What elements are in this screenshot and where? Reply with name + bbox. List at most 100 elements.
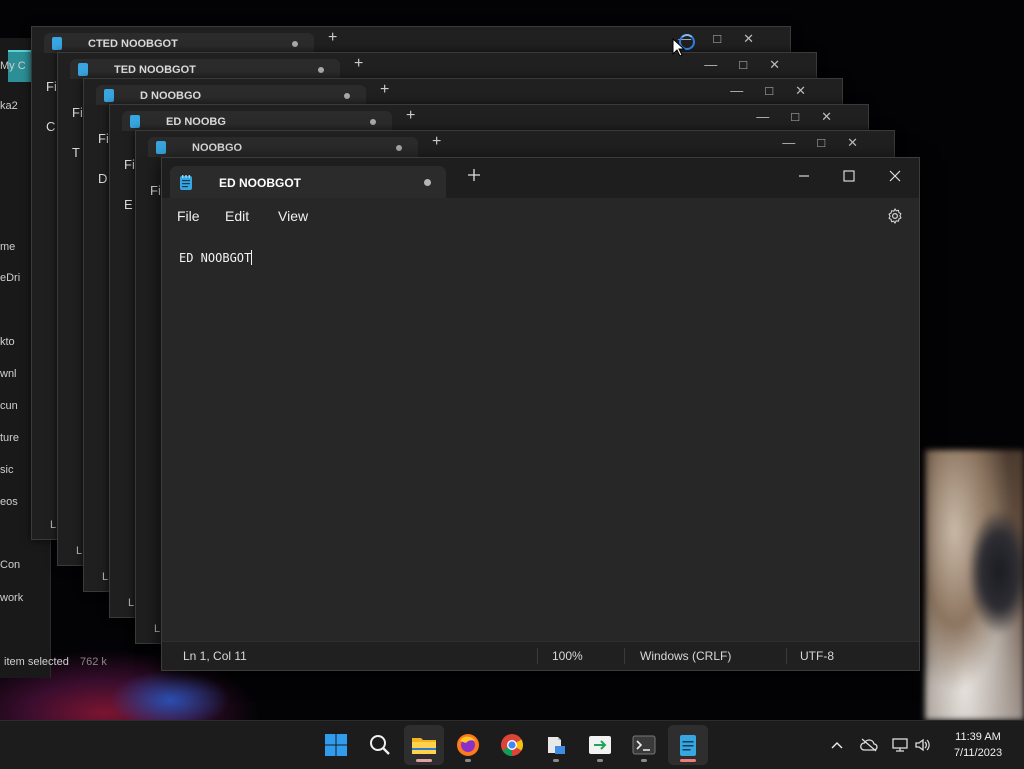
new-tab-icon[interactable]: + — [380, 81, 389, 99]
new-tab-icon[interactable]: + — [432, 133, 441, 151]
running-indicator — [465, 759, 471, 762]
stacked-titlebar[interactable]: TED NOOBGOT + —□✕ — [58, 53, 816, 79]
close-button[interactable] — [873, 163, 917, 189]
stacked-menu-file[interactable]: Fi — [72, 105, 83, 120]
stacked-menu-file[interactable]: Fi — [46, 79, 57, 94]
start-button[interactable] — [316, 725, 356, 765]
new-tab-icon[interactable]: + — [406, 107, 415, 125]
terminal-icon — [632, 735, 656, 755]
start-icon — [325, 734, 347, 756]
stacked-status: L — [102, 571, 109, 583]
unsaved-dot-icon — [344, 93, 350, 99]
stacked-tab[interactable]: CTED NOOBGOT — [44, 33, 314, 53]
taskbar-files[interactable] — [536, 725, 576, 765]
show-hidden-icons-button[interactable] — [827, 735, 847, 755]
encoding[interactable]: UTF-8 — [800, 649, 834, 663]
notepad-icon — [130, 115, 140, 128]
clock[interactable]: 11:39 AM 7/11/2023 — [940, 729, 1016, 761]
menu-view[interactable]: View — [278, 208, 308, 224]
notepad-icon — [78, 63, 88, 76]
menu-bar: File Edit View — [162, 198, 919, 234]
stacked-tab[interactable]: ED NOOBG — [122, 111, 392, 131]
explorer-nav-item[interactable]: me — [0, 241, 15, 253]
new-tab-icon[interactable]: + — [328, 29, 337, 47]
file-explorer-icon — [412, 738, 436, 754]
explorer-nav-item[interactable]: Con — [0, 559, 20, 571]
minimize-icon — [799, 175, 809, 177]
unsaved-dot-icon — [370, 119, 376, 125]
explorer-nav-item[interactable]: eDri — [0, 272, 20, 284]
explorer-nav-label: ka2 — [0, 100, 18, 112]
text-editor[interactable]: ED NOOBGOT — [162, 234, 919, 642]
explorer-nav-item[interactable]: work — [0, 592, 23, 604]
network-tray[interactable] — [890, 735, 910, 755]
clock-time: 11:39 AM — [955, 731, 1001, 743]
new-tab-icon[interactable]: + — [354, 55, 363, 73]
explorer-status-size: 762 k — [80, 656, 107, 668]
unsaved-dot-icon[interactable] — [424, 179, 431, 186]
title-bar[interactable]: ED NOOBGOT — [162, 158, 919, 198]
taskbar-file-explorer[interactable] — [404, 725, 444, 765]
clock-date: 7/11/2023 — [953, 747, 1003, 759]
editor-text[interactable]: ED NOOBGOT — [179, 250, 253, 265]
taskbar-firefox[interactable] — [448, 725, 488, 765]
settings-gear-icon[interactable] — [886, 207, 904, 225]
running-indicator — [553, 759, 559, 762]
status-divider — [786, 648, 787, 664]
stacked-titlebar[interactable]: D NOOBGO + —□✕ — [84, 79, 842, 105]
taskbar-chrome[interactable] — [492, 725, 532, 765]
unsaved-dot-icon — [396, 145, 402, 151]
stacked-titlebar[interactable]: ED NOOBG + —□✕ — [110, 105, 868, 131]
window-controls[interactable]: —□✕ — [730, 83, 828, 99]
notepad-window[interactable]: ED NOOBGOT File Edit View ED NOOBGOT Ln … — [161, 157, 920, 671]
stacked-status: L — [128, 597, 135, 609]
explorer-nav-item[interactable]: ture — [0, 432, 19, 444]
maximize-icon — [843, 170, 855, 182]
notepad-icon — [156, 141, 166, 154]
stacked-tab[interactable]: TED NOOBGOT — [70, 59, 340, 79]
explorer-nav-item[interactable]: cun — [0, 400, 18, 412]
notepad-icon — [104, 89, 114, 102]
explorer-nav-item[interactable]: wnl — [0, 368, 17, 380]
explorer-nav-item[interactable]: kto — [0, 336, 15, 348]
window-controls[interactable]: —□✕ — [782, 135, 880, 151]
running-indicator — [641, 759, 647, 762]
explorer-nav-item[interactable]: eos — [0, 496, 18, 508]
volume-tray[interactable] — [913, 735, 933, 755]
status-bar: Ln 1, Col 11 100% Windows (CRLF) UTF-8 — [162, 641, 919, 670]
stacked-titlebar[interactable]: NOOBGO + —□✕ — [136, 131, 894, 157]
taskbar-remote[interactable] — [580, 725, 620, 765]
wallpaper-swirl-blue — [110, 670, 230, 720]
new-tab-button[interactable] — [466, 167, 482, 183]
menu-file[interactable]: File — [177, 208, 200, 224]
cursor-position: Ln 1, Col 11 — [183, 649, 247, 663]
taskbar-terminal[interactable] — [624, 725, 664, 765]
window-controls[interactable]: —□✕ — [704, 57, 802, 73]
maximize-button[interactable] — [827, 163, 871, 189]
minimize-button[interactable] — [782, 163, 826, 189]
menu-edit[interactable]: Edit — [225, 208, 249, 224]
stacked-tab-title: ED NOOBG — [166, 116, 226, 128]
close-icon — [889, 170, 901, 182]
stacked-tab[interactable]: D NOOBGO — [96, 85, 366, 105]
stacked-content-text: T — [72, 145, 80, 160]
stacked-tab[interactable]: NOOBGO — [148, 137, 418, 157]
stacked-menu-file[interactable]: Fi — [150, 183, 161, 198]
onedrive-tray[interactable] — [859, 735, 879, 755]
window-controls[interactable]: —□✕ — [756, 109, 854, 125]
line-ending[interactable]: Windows (CRLF) — [640, 649, 731, 663]
tab-active[interactable]: ED NOOBGOT — [170, 166, 446, 198]
stacked-content-text: D — [98, 171, 108, 186]
stacked-tab-title: NOOBGO — [192, 142, 243, 154]
zoom-level[interactable]: 100% — [552, 649, 583, 663]
explorer-nav-item[interactable]: sic — [0, 464, 13, 476]
stacked-status: L — [154, 623, 161, 635]
stacked-menu-file[interactable]: Fi — [98, 131, 109, 146]
notepad-icon — [52, 37, 62, 50]
taskbar-notepad[interactable] — [668, 725, 708, 765]
firefox-icon — [457, 734, 479, 756]
search-button[interactable] — [360, 725, 400, 765]
chrome-icon — [501, 734, 523, 756]
stacked-menu-file[interactable]: Fi — [124, 157, 135, 172]
stacked-tab-title: TED NOOBGOT — [114, 64, 196, 76]
